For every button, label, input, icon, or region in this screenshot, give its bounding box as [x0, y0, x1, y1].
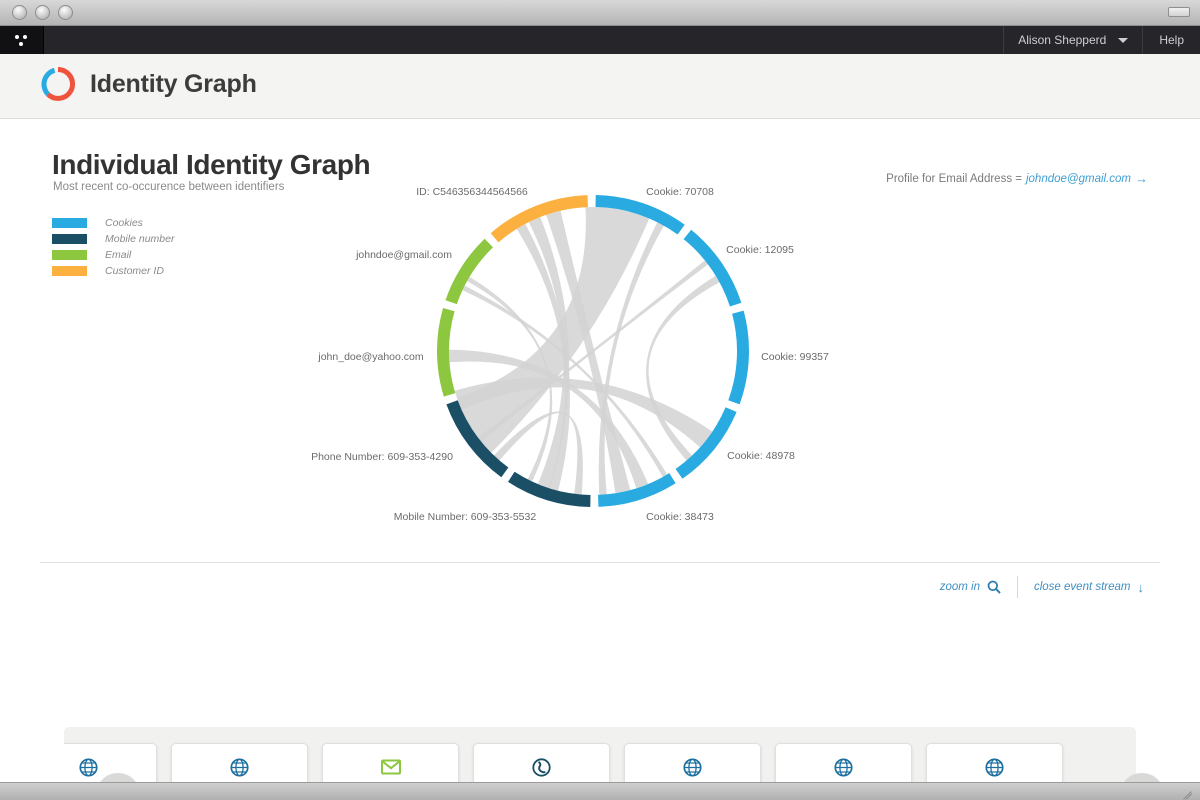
os-bottom-bar [0, 782, 1200, 800]
chord-arc-label: Cookie: 38473 [646, 511, 714, 523]
app-logo-tile[interactable] [0, 26, 44, 54]
chord-arc-label: Phone Number: 609-353-4290 [311, 451, 453, 463]
page-subtitle: Most recent co-occurence between identif… [53, 181, 285, 193]
chord-arc-segment[interactable] [446, 400, 509, 478]
chart-toolbar: zoom in close event stream ↓ [924, 574, 1160, 600]
zoom-window-button[interactable] [58, 5, 73, 20]
chord-ribbon[interactable] [493, 411, 583, 495]
event-card-icon [380, 756, 401, 778]
chord-arc-segment[interactable] [436, 308, 456, 397]
chord-arc-label: ID: C546356344564566 [416, 186, 528, 198]
identity-graph-ring-icon [41, 66, 75, 101]
chord-arc-segment[interactable] [728, 310, 749, 405]
chord-ribbon[interactable] [454, 377, 713, 448]
chord-ribbon[interactable] [462, 285, 668, 477]
window-controls[interactable] [12, 5, 73, 20]
profile-email-link[interactable]: johndoe@gmail.com [1026, 173, 1131, 185]
app-navbar: Alison Shepperd Help [0, 26, 1200, 54]
three-dots-icon [14, 34, 30, 48]
window-grip-icon[interactable] [1182, 787, 1194, 800]
legend-item: Customer ID [52, 263, 174, 279]
chord-arc-label: Cookie: 12095 [726, 244, 794, 256]
chord-arcs: Cookie: 70708 Cookie: 12095 Cookie: 99357 C… [311, 186, 829, 523]
phone-icon [532, 757, 551, 777]
event-card-icon [985, 756, 1004, 778]
chord-ribbons [449, 207, 720, 495]
legend-swatch [52, 218, 87, 228]
arrow-down-icon: ↓ [1137, 579, 1145, 595]
chord-arc-label: Cookie: 48978 [727, 450, 795, 462]
profile-link[interactable]: Profile for Email Address = johndoe@gmai… [886, 171, 1148, 186]
envelope-icon [380, 759, 401, 775]
help-label: Help [1159, 33, 1184, 47]
event-card-icon [834, 756, 853, 778]
legend-label: Customer ID [105, 265, 164, 277]
chord-ribbon[interactable] [477, 260, 709, 442]
chord-ribbon[interactable] [449, 349, 649, 489]
chord-ribbon[interactable] [528, 217, 570, 489]
chord-ribbon[interactable] [646, 275, 720, 461]
legend-swatch [52, 250, 87, 260]
page-title: Individual Identity Graph [52, 149, 371, 180]
user-name-label: Alison Shepperd [1018, 33, 1107, 47]
zoom-in-label: zoom in [939, 581, 980, 593]
chord-arc-segment[interactable] [490, 195, 588, 243]
globe-icon [834, 757, 853, 777]
legend-swatch [52, 266, 87, 276]
help-link[interactable]: Help [1143, 26, 1200, 54]
os-titlebar [0, 0, 1200, 26]
section-divider [40, 562, 1160, 563]
window-resize-icon[interactable] [1168, 7, 1190, 17]
chord-arc-label: john_doe@yahoo.com [317, 351, 423, 363]
globe-icon [79, 757, 98, 777]
minimize-window-button[interactable] [35, 5, 50, 20]
application-window: Alison Shepperd Help Identity Graph Indi… [0, 0, 1200, 800]
user-menu[interactable]: Alison Shepperd [1003, 26, 1144, 54]
brand-header: Identity Graph [0, 54, 1200, 119]
close-event-stream-button[interactable]: close event stream ↓ [1018, 576, 1160, 598]
globe-icon [683, 757, 702, 777]
legend-swatch [52, 234, 87, 244]
legend-item: Cookies [52, 215, 174, 231]
legend-label: Mobile number [105, 233, 175, 245]
page-content: Individual Identity Graph Most recent co… [0, 119, 1200, 800]
chord-arc-label: Mobile Number: 609-353-5532 [394, 511, 537, 523]
globe-icon [985, 757, 1004, 777]
legend-item: Email [52, 247, 174, 263]
zoom-in-button[interactable]: zoom in [924, 576, 1017, 598]
profile-prefix-label: Profile for Email Address = [886, 172, 1022, 185]
chord-arc-label: johndoe@gmail.com [355, 249, 452, 261]
navbar-right-group: Alison Shepperd Help [1003, 26, 1200, 54]
chord-arc-segment[interactable] [598, 473, 676, 507]
legend-label: Cookies [105, 217, 143, 229]
chord-arc-label: Cookie: 70708 [646, 186, 714, 198]
legend-item: Mobile number [52, 231, 174, 247]
event-card-icon [532, 756, 551, 778]
globe-icon [230, 757, 249, 777]
chord-ribbon[interactable] [598, 222, 664, 495]
chevron-down-icon [1118, 37, 1129, 43]
chord-arc-label: Cookie: 99357 [761, 351, 829, 363]
search-icon [987, 580, 1001, 594]
event-card-icon [79, 756, 98, 778]
legend-label: Email [105, 249, 132, 261]
chord-ribbon[interactable] [456, 207, 650, 453]
chord-arc-segment[interactable] [508, 471, 591, 507]
legend: Cookies Mobile number Email Customer ID [52, 215, 174, 279]
chord-arc-segment[interactable] [595, 195, 685, 235]
event-card-icon [230, 756, 249, 778]
chord-arc-segment[interactable] [445, 238, 493, 305]
close-event-stream-label: close event stream [1033, 581, 1131, 593]
event-card-icon [683, 756, 702, 778]
arrow-right-icon: → [1135, 171, 1148, 186]
chord-ribbon[interactable] [516, 223, 571, 491]
brand-group[interactable]: Identity Graph [40, 66, 257, 102]
close-window-button[interactable] [12, 5, 27, 20]
chord-arc-segment[interactable] [683, 229, 742, 307]
brand-title: Identity Graph [90, 69, 257, 98]
chord-ribbon[interactable] [467, 276, 553, 482]
chord-ribbon[interactable] [546, 210, 631, 494]
chord-arc-segment[interactable] [675, 407, 737, 479]
